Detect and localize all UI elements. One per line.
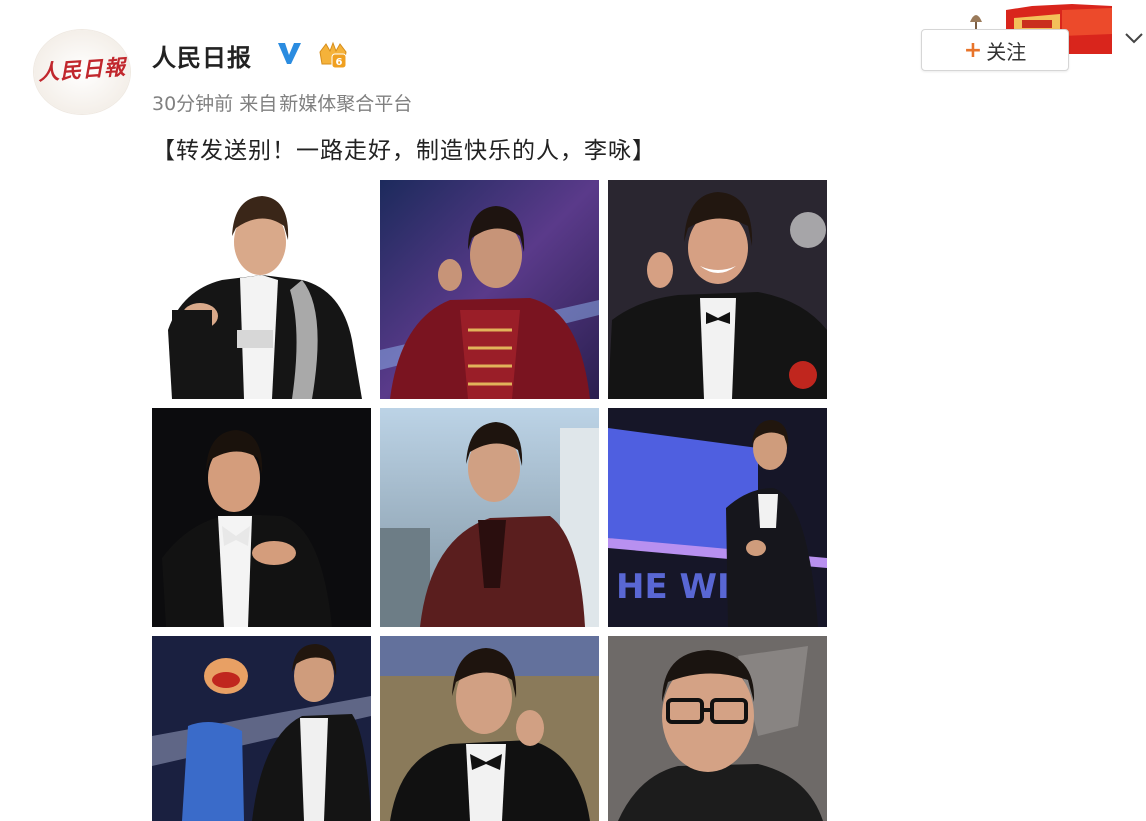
post-image-5[interactable]: [380, 408, 599, 627]
plus-icon: +: [963, 37, 983, 63]
photo-1-graphic: [152, 180, 371, 399]
weibo-post: 人民日報 人民日报 6 30分钟前 来自 新媒体聚合平台 【转发送别！一路走好，制造…: [0, 0, 1146, 821]
photo-6-graphic: HE WINN: [608, 408, 827, 627]
post-source[interactable]: 新媒体聚合平台: [279, 93, 412, 115]
follow-label: 关注: [986, 39, 1027, 64]
chevron-down-icon[interactable]: [1124, 30, 1144, 46]
post-image-7[interactable]: [152, 636, 371, 821]
photo-4-graphic: [152, 408, 371, 627]
author-avatar[interactable]: 人民日報: [34, 30, 130, 114]
source-prefix: 来自: [239, 93, 278, 115]
photo-7-graphic: [152, 636, 371, 821]
photo-2-graphic: [380, 180, 599, 399]
membership-badge-icon[interactable]: 6: [317, 40, 349, 70]
photo-8-graphic: [380, 636, 599, 821]
post-text: 【转发送别！一路走好，制造快乐的人，李咏】: [152, 138, 656, 164]
post-image-3[interactable]: [608, 180, 827, 399]
avatar-logo-text: 人民日報: [37, 53, 127, 86]
post-image-4[interactable]: [152, 408, 371, 627]
post-time[interactable]: 30分钟前: [152, 93, 233, 115]
post-image-1[interactable]: [152, 180, 371, 399]
post-image-9[interactable]: [608, 636, 827, 821]
svg-text:6: 6: [336, 57, 343, 68]
photo-5-graphic: [380, 408, 599, 627]
photo-3-graphic: [608, 180, 827, 399]
post-image-6[interactable]: HE WINN: [608, 408, 827, 627]
verified-v-icon: [278, 43, 301, 64]
author-name[interactable]: 人民日报: [152, 38, 252, 73]
photo-9-graphic: [608, 636, 827, 821]
post-image-8[interactable]: [380, 636, 599, 821]
post-meta: 30分钟前 来自 新媒体聚合平台: [152, 89, 418, 116]
post-image-2[interactable]: [380, 180, 599, 399]
follow-button[interactable]: + 关注: [921, 29, 1069, 71]
